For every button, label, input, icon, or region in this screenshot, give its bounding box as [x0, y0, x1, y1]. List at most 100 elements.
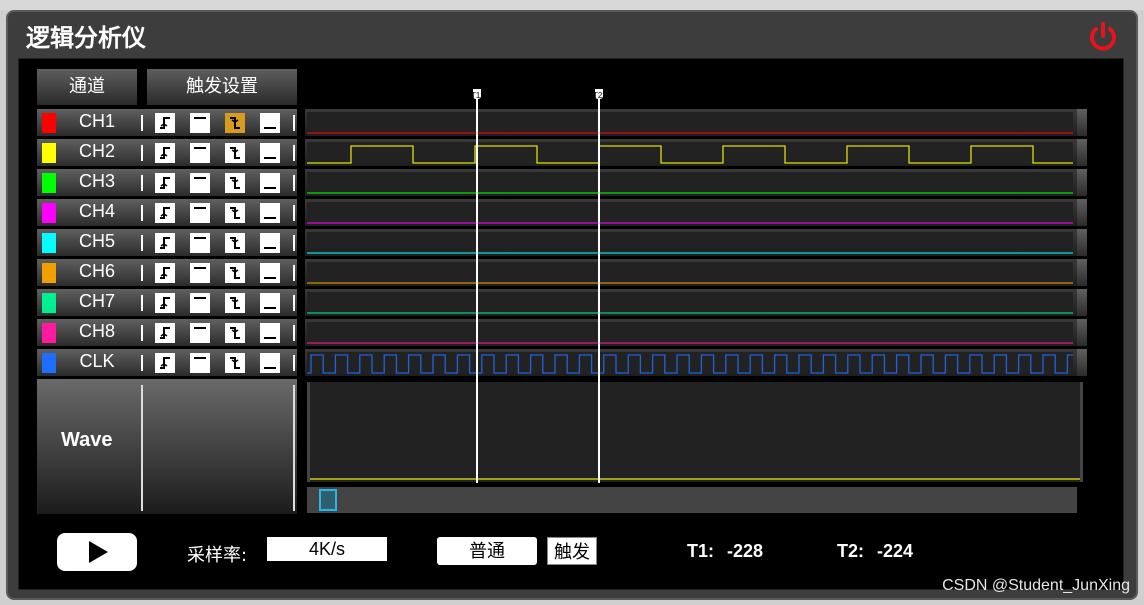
tab-trigger-settings[interactable]: 触发设置 — [147, 69, 297, 105]
high-level-icon[interactable] — [190, 143, 210, 163]
channel-row-ch4: CH4 — [37, 199, 1087, 226]
channel-color-swatch[interactable] — [42, 263, 56, 283]
t1-label: T1: — [687, 541, 714, 561]
channel-name: CH6 — [78, 261, 115, 281]
falling-edge-icon[interactable] — [225, 263, 245, 283]
falling-edge-icon[interactable] — [225, 293, 245, 313]
channel-row-cap — [1077, 289, 1087, 316]
high-level-icon[interactable] — [190, 353, 210, 373]
channel-row-ch3: CH3 — [37, 169, 1087, 196]
falling-edge-icon[interactable] — [225, 323, 245, 343]
t2-label: T2: — [837, 541, 864, 561]
falling-edge-icon[interactable] — [225, 203, 245, 223]
rising-edge-icon[interactable] — [155, 233, 175, 253]
channel-row-cap — [1077, 259, 1087, 286]
trigger-button[interactable]: 触发 — [547, 537, 597, 565]
divider — [293, 355, 295, 371]
divider — [141, 115, 143, 131]
low-level-icon[interactable] — [260, 323, 280, 343]
timeline-scrollbar[interactable] — [307, 487, 1077, 513]
channel-row-ch5: CH5 — [37, 229, 1087, 256]
wave-label-panel: Wave — [37, 379, 297, 514]
rising-edge-icon[interactable] — [155, 263, 175, 283]
channel-row-cap — [1077, 109, 1087, 136]
low-level-icon[interactable] — [260, 173, 280, 193]
divider — [141, 235, 143, 251]
channel-name: CH3 — [78, 171, 115, 191]
channel-waveform — [305, 199, 1077, 226]
high-level-icon[interactable] — [190, 293, 210, 313]
channel-waveform — [305, 259, 1077, 286]
rising-edge-icon[interactable] — [155, 173, 175, 193]
channel-row-cap — [1077, 229, 1087, 256]
channel-waveform — [305, 349, 1077, 376]
divider — [141, 385, 143, 511]
divider — [293, 295, 295, 311]
low-level-icon[interactable] — [260, 353, 280, 373]
divider — [141, 355, 143, 371]
rising-edge-icon[interactable] — [155, 203, 175, 223]
low-level-icon[interactable] — [260, 143, 280, 163]
channel-color-swatch[interactable] — [42, 143, 56, 163]
falling-edge-icon[interactable] — [225, 173, 245, 193]
high-level-icon[interactable] — [190, 263, 210, 283]
rising-edge-icon[interactable] — [155, 113, 175, 133]
channel-waveform — [305, 229, 1077, 256]
rising-edge-icon[interactable] — [155, 323, 175, 343]
low-level-icon[interactable] — [260, 113, 280, 133]
channel-row-ch1: CH1 — [37, 109, 1087, 136]
wave-preview-area — [307, 382, 1083, 482]
channel-row-cap — [1077, 169, 1087, 196]
channel-color-swatch[interactable] — [42, 323, 56, 343]
channel-color-swatch[interactable] — [42, 173, 56, 193]
high-level-icon[interactable] — [190, 323, 210, 343]
divider — [293, 265, 295, 281]
power-icon[interactable] — [1086, 20, 1120, 54]
channel-color-swatch[interactable] — [42, 233, 56, 253]
channel-color-swatch[interactable] — [42, 353, 56, 373]
high-level-icon[interactable] — [190, 113, 210, 133]
channel-color-swatch[interactable] — [42, 113, 56, 133]
divider — [141, 175, 143, 191]
falling-edge-icon[interactable] — [225, 353, 245, 373]
low-level-icon[interactable] — [260, 263, 280, 283]
play-button[interactable] — [57, 533, 137, 571]
divider — [141, 295, 143, 311]
channel-waveform — [305, 139, 1077, 166]
tab-channels[interactable]: 通道 — [37, 69, 137, 105]
wave-preview-line — [310, 478, 1080, 480]
cursor-t2-line[interactable] — [598, 99, 600, 483]
channel-name: CLK — [79, 351, 115, 371]
divider — [293, 235, 295, 251]
low-level-icon[interactable] — [260, 293, 280, 313]
wave-label: Wave — [61, 429, 113, 451]
play-icon — [89, 541, 108, 563]
channel-row-cap — [1077, 139, 1087, 166]
divider — [293, 115, 295, 131]
divider — [293, 385, 295, 511]
mode-select[interactable]: 普通 — [437, 537, 537, 565]
channel-color-swatch[interactable] — [42, 203, 56, 223]
divider — [141, 145, 143, 161]
channel-row-cap — [1077, 319, 1087, 346]
rising-edge-icon[interactable] — [155, 353, 175, 373]
falling-edge-icon[interactable] — [225, 233, 245, 253]
rising-edge-icon[interactable] — [155, 143, 175, 163]
scrollbar-thumb[interactable] — [319, 489, 337, 511]
divider — [141, 325, 143, 341]
channel-color-swatch[interactable] — [42, 293, 56, 313]
high-level-icon[interactable] — [190, 203, 210, 223]
divider — [293, 205, 295, 221]
analyzer-panel: 通道 触发设置 CH1 CH2 CH3 CH4 CH5 CH6 CH7 CH8 CLK Wave… — [18, 58, 1124, 590]
sample-rate-field[interactable]: 4K/s — [267, 537, 387, 561]
high-level-icon[interactable] — [190, 173, 210, 193]
channel-waveform — [305, 289, 1077, 316]
falling-edge-icon[interactable] — [225, 143, 245, 163]
high-level-icon[interactable] — [190, 233, 210, 253]
low-level-icon[interactable] — [260, 233, 280, 253]
channel-name: CH2 — [78, 141, 115, 161]
low-level-icon[interactable] — [260, 203, 280, 223]
rising-edge-icon[interactable] — [155, 293, 175, 313]
falling-edge-icon[interactable] — [225, 113, 245, 133]
cursor-t1-line[interactable] — [476, 99, 478, 483]
